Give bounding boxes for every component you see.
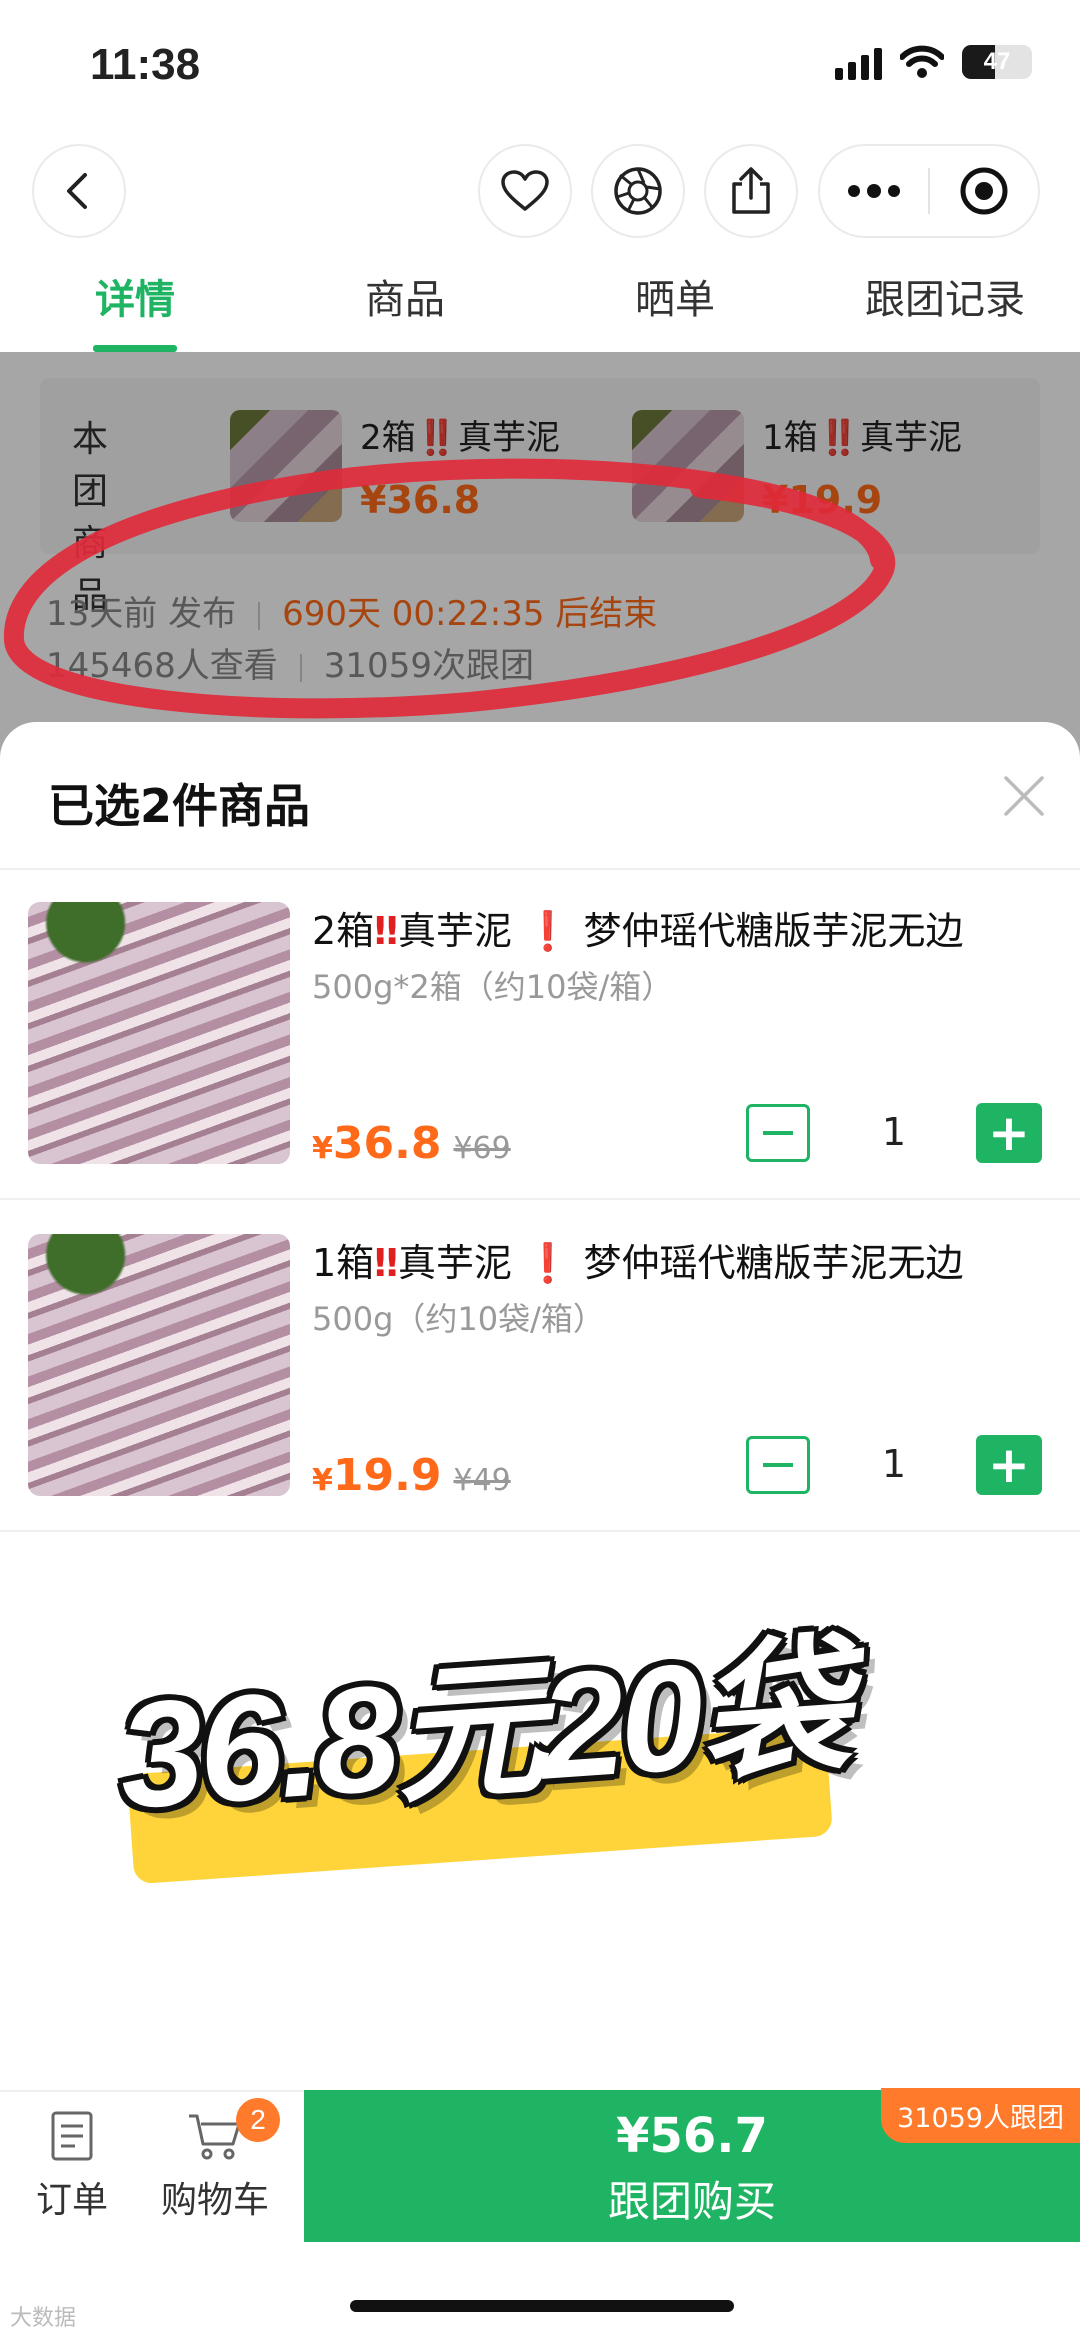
orders-button[interactable]: 订单 — [30, 2110, 114, 2223]
orders-label: 订单 — [35, 2180, 108, 2221]
minus-icon — [763, 1463, 793, 1467]
minus-icon — [763, 1131, 793, 1135]
product-name[interactable]: 2箱‼真芋泥 ❗ 梦仲瑶代糖版芋泥无边 — [312, 900, 964, 955]
order-list-icon — [51, 2111, 93, 2161]
cart-label: 购物车 — [160, 2180, 269, 2221]
original-price: ¥49 — [453, 1463, 511, 1498]
decrease-quantity-button[interactable] — [746, 1436, 810, 1494]
product-price: ¥36.8 ¥69 — [312, 1118, 511, 1169]
watermark: 大数据 — [10, 2306, 77, 2331]
plus-icon: + — [988, 1104, 1030, 1162]
product-image[interactable] — [28, 1234, 290, 1496]
increase-quantity-button[interactable]: + — [976, 1103, 1042, 1163]
mini-program-capsule — [820, 146, 1038, 236]
tab-bar: 详情 商品 晒单 跟团记录 — [0, 260, 1080, 352]
status-icons: 47 — [835, 44, 1032, 80]
increase-quantity-button[interactable]: + — [976, 1435, 1042, 1495]
more-button[interactable] — [820, 146, 928, 236]
divider — [0, 1198, 1080, 1200]
back-button[interactable] — [34, 146, 124, 236]
wifi-icon — [900, 45, 944, 78]
shutter-icon — [614, 167, 662, 215]
tab-details[interactable]: 详情 — [0, 260, 270, 352]
plus-icon: + — [988, 1436, 1030, 1494]
product-name[interactable]: 1箱‼真芋泥 ❗ 梦仲瑶代糖版芋泥无边 — [312, 1232, 964, 1287]
sheet-title: 已选2件商品 — [48, 779, 311, 833]
share-icon — [732, 167, 770, 214]
product-price: ¥19.9 ¥49 — [312, 1450, 511, 1501]
product-spec: 500g（约10袋/箱） — [312, 1300, 605, 1338]
product-image[interactable] — [28, 902, 290, 1164]
target-icon — [960, 167, 1008, 215]
quantity-value: 1 — [881, 1442, 907, 1486]
close-miniprogram-button[interactable] — [930, 146, 1038, 236]
battery-icon: 47 — [962, 45, 1032, 79]
marker-circle — [3, 458, 896, 719]
home-indicator[interactable] — [350, 2300, 734, 2312]
share-button[interactable] — [706, 146, 796, 236]
tab-records[interactable]: 跟团记录 — [810, 260, 1080, 352]
product-spec: 500g*2箱（约10袋/箱） — [312, 968, 674, 1006]
camera-button[interactable] — [593, 146, 683, 236]
more-dots-icon — [848, 184, 900, 198]
divider — [0, 868, 1080, 870]
cart-icon — [189, 2114, 241, 2160]
decrease-quantity-button[interactable] — [746, 1104, 810, 1162]
original-price: ¥69 — [453, 1131, 511, 1166]
signal-icon — [835, 44, 882, 80]
quantity-value: 1 — [881, 1110, 907, 1154]
group-count-tag: 31059人跟团 — [881, 2088, 1080, 2143]
tab-reviews[interactable]: 晒单 — [540, 260, 810, 352]
tab-products[interactable]: 商品 — [270, 260, 540, 352]
heart-icon — [501, 170, 549, 211]
status-time: 11:38 — [90, 40, 201, 89]
cart-count-badge: 2 — [236, 2098, 280, 2142]
close-icon[interactable] — [1000, 772, 1048, 820]
buy-label: 跟团购买 — [607, 2177, 776, 2226]
divider — [0, 1530, 1080, 1532]
chevron-left-icon — [67, 173, 87, 209]
favorite-button[interactable] — [480, 146, 570, 236]
